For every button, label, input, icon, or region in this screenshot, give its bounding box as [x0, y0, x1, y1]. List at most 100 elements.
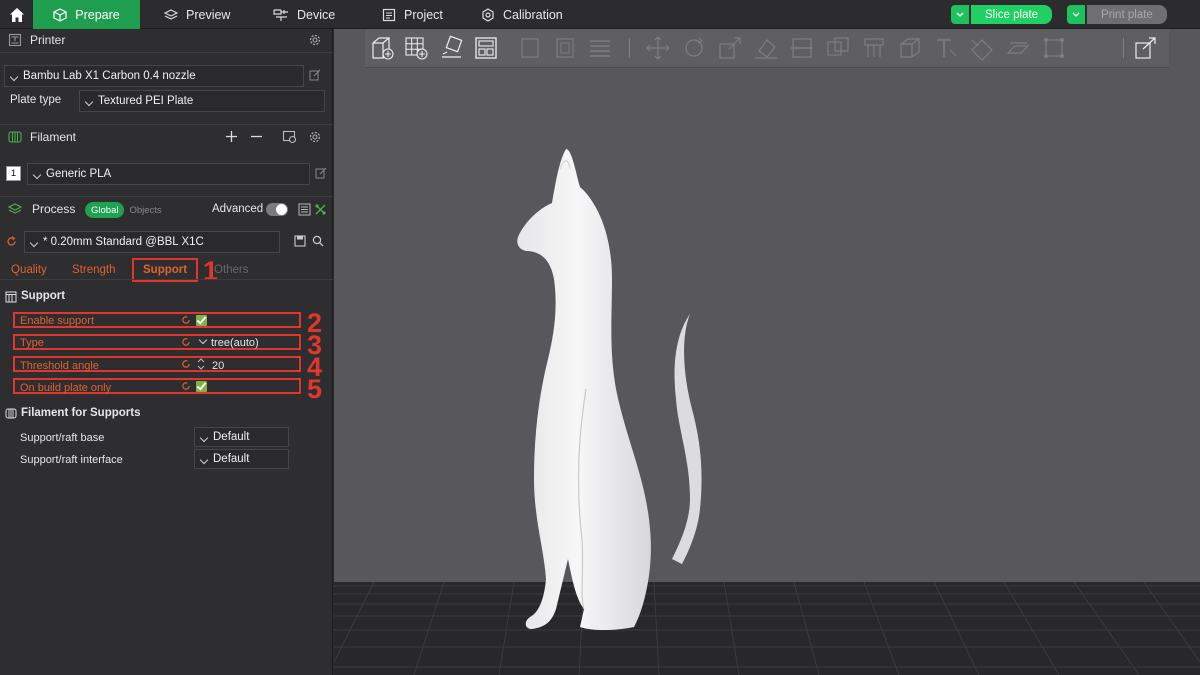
process-preset-name: * 0.20mm Standard @BBL X1C: [43, 236, 204, 248]
support-raft-interface-select[interactable]: Default: [194, 449, 289, 469]
global-option[interactable]: Global: [85, 202, 125, 218]
home-button[interactable]: [0, 0, 33, 29]
slice-plate-button[interactable]: Slice plate: [971, 5, 1053, 24]
print-dropdown-button[interactable]: [1067, 5, 1085, 24]
printer-title: Printer: [30, 33, 66, 47]
support-raft-base-select[interactable]: Default: [194, 427, 289, 447]
reset-icon[interactable]: [6, 236, 17, 247]
view-toggle-icon[interactable]: [1133, 35, 1159, 61]
print-plate-button[interactable]: Print plate: [1087, 5, 1167, 24]
printer-select[interactable]: Bambu Lab X1 Carbon 0.4 nozzle: [4, 65, 304, 87]
edit-icon[interactable]: [315, 167, 327, 179]
edit-icon[interactable]: [309, 69, 321, 81]
filament-for-supports-title: Filament for Supports: [21, 407, 141, 419]
chevron-down-icon: [1072, 12, 1080, 17]
tab-device[interactable]: Device: [273, 0, 335, 29]
reset-icon[interactable]: [181, 359, 191, 369]
split-to-objects-icon[interactable]: [517, 35, 543, 61]
settings-sidebar: Printer Bambu Lab X1 Carbon 0.4 nozzle P…: [0, 29, 333, 675]
home-icon: [9, 7, 24, 22]
filament-icon: [8, 131, 22, 143]
search-icon[interactable]: [312, 235, 324, 247]
top-bar: Prepare Preview Device Project Calibrati…: [0, 0, 1200, 29]
seam-paint-icon[interactable]: [897, 35, 923, 61]
rotate-icon[interactable]: [681, 35, 707, 61]
build-plate-only-checkbox[interactable]: [196, 381, 207, 392]
printer-name: Bambu Lab X1 Carbon 0.4 nozzle: [23, 70, 196, 82]
tab-preview[interactable]: Preview: [164, 0, 230, 29]
chevron-down-icon: [956, 12, 964, 17]
slice-group: Slice plate: [951, 5, 1053, 24]
layers-icon: [164, 8, 178, 20]
boolean-icon[interactable]: [825, 35, 851, 61]
slice-dropdown-button[interactable]: [951, 5, 969, 24]
support-raft-base-label: Support/raft base: [20, 432, 105, 444]
minus-icon[interactable]: [250, 130, 263, 143]
reset-icon[interactable]: [181, 381, 191, 391]
move-icon[interactable]: [645, 35, 671, 61]
divider: [0, 196, 333, 197]
stepper-arrows-icon[interactable]: [197, 358, 205, 370]
layers-edit-icon[interactable]: [587, 35, 613, 61]
save-icon[interactable]: [294, 235, 306, 247]
tab-strength[interactable]: Strength: [72, 264, 115, 276]
fit-frame-icon[interactable]: [1041, 35, 1067, 61]
reset-icon[interactable]: [181, 337, 191, 347]
device-icon: [273, 8, 288, 21]
plate-type-value: Textured PEI Plate: [98, 95, 194, 107]
scale-icon[interactable]: [717, 35, 743, 61]
tab-prepare[interactable]: Prepare: [33, 0, 140, 29]
lay-on-face-icon[interactable]: [753, 35, 779, 61]
chevron-down-icon: [84, 97, 94, 106]
reset-icon[interactable]: [181, 315, 191, 325]
enable-support-checkbox[interactable]: [196, 315, 207, 326]
chevron-down-icon: [199, 433, 209, 442]
divider: [0, 52, 333, 53]
auto-orient-icon[interactable]: [439, 35, 465, 61]
compare-icon[interactable]: [314, 203, 327, 216]
arrange-icon[interactable]: [473, 35, 499, 61]
tab-support[interactable]: Support: [143, 264, 187, 276]
chevron-down-icon: [9, 72, 19, 81]
assembly-icon[interactable]: [1005, 35, 1031, 61]
list-view-icon[interactable]: [298, 203, 311, 216]
plate-type-select[interactable]: Textured PEI Plate: [79, 90, 325, 112]
print-group: Print plate: [1067, 5, 1167, 24]
split-to-parts-icon[interactable]: [552, 35, 578, 61]
advanced-toggle[interactable]: [266, 203, 288, 216]
cube-outline-icon: [53, 7, 67, 22]
annotation-number-5: 5: [307, 374, 323, 404]
printer-icon: [8, 33, 22, 47]
filament-section-header: Filament: [0, 126, 333, 148]
text-icon[interactable]: [933, 35, 959, 61]
gear-icon[interactable]: [308, 130, 322, 144]
filament-title: Filament: [30, 130, 77, 144]
add-object-icon[interactable]: [369, 35, 395, 61]
cat-model[interactable]: [494, 139, 754, 639]
divider: [0, 279, 333, 280]
tab-calibration[interactable]: Calibration: [481, 0, 563, 29]
support-type-value[interactable]: tree(auto): [211, 337, 259, 349]
threshold-angle-value[interactable]: 20: [212, 360, 224, 372]
tab-preview-label: Preview: [186, 7, 231, 22]
add-plate-icon[interactable]: [403, 35, 429, 61]
cut-icon[interactable]: [789, 35, 815, 61]
process-scope-switch[interactable]: Global Objects: [85, 202, 167, 218]
filament-select[interactable]: Generic PLA: [27, 163, 310, 185]
tab-quality[interactable]: Quality: [11, 264, 47, 276]
plus-icon[interactable]: [225, 130, 238, 143]
process-preset-select[interactable]: * 0.20mm Standard @BBL X1C: [24, 231, 280, 253]
support-section-title: Support: [21, 290, 66, 302]
gear-icon[interactable]: [308, 33, 322, 47]
objects-option[interactable]: Objects: [124, 202, 166, 218]
plate-type-label: Plate type: [10, 94, 62, 106]
support-raft-interface-label: Support/raft interface: [20, 454, 123, 466]
tab-project[interactable]: Project: [382, 0, 443, 29]
tab-others[interactable]: Others: [214, 264, 249, 276]
filament-sync-icon[interactable]: [282, 129, 297, 144]
measure-icon[interactable]: [969, 35, 995, 61]
3d-viewport[interactable]: [334, 29, 1200, 675]
support-raft-interface-value: Default: [213, 453, 250, 465]
process-layers-icon: [8, 203, 22, 214]
support-paint-icon[interactable]: [861, 35, 887, 61]
